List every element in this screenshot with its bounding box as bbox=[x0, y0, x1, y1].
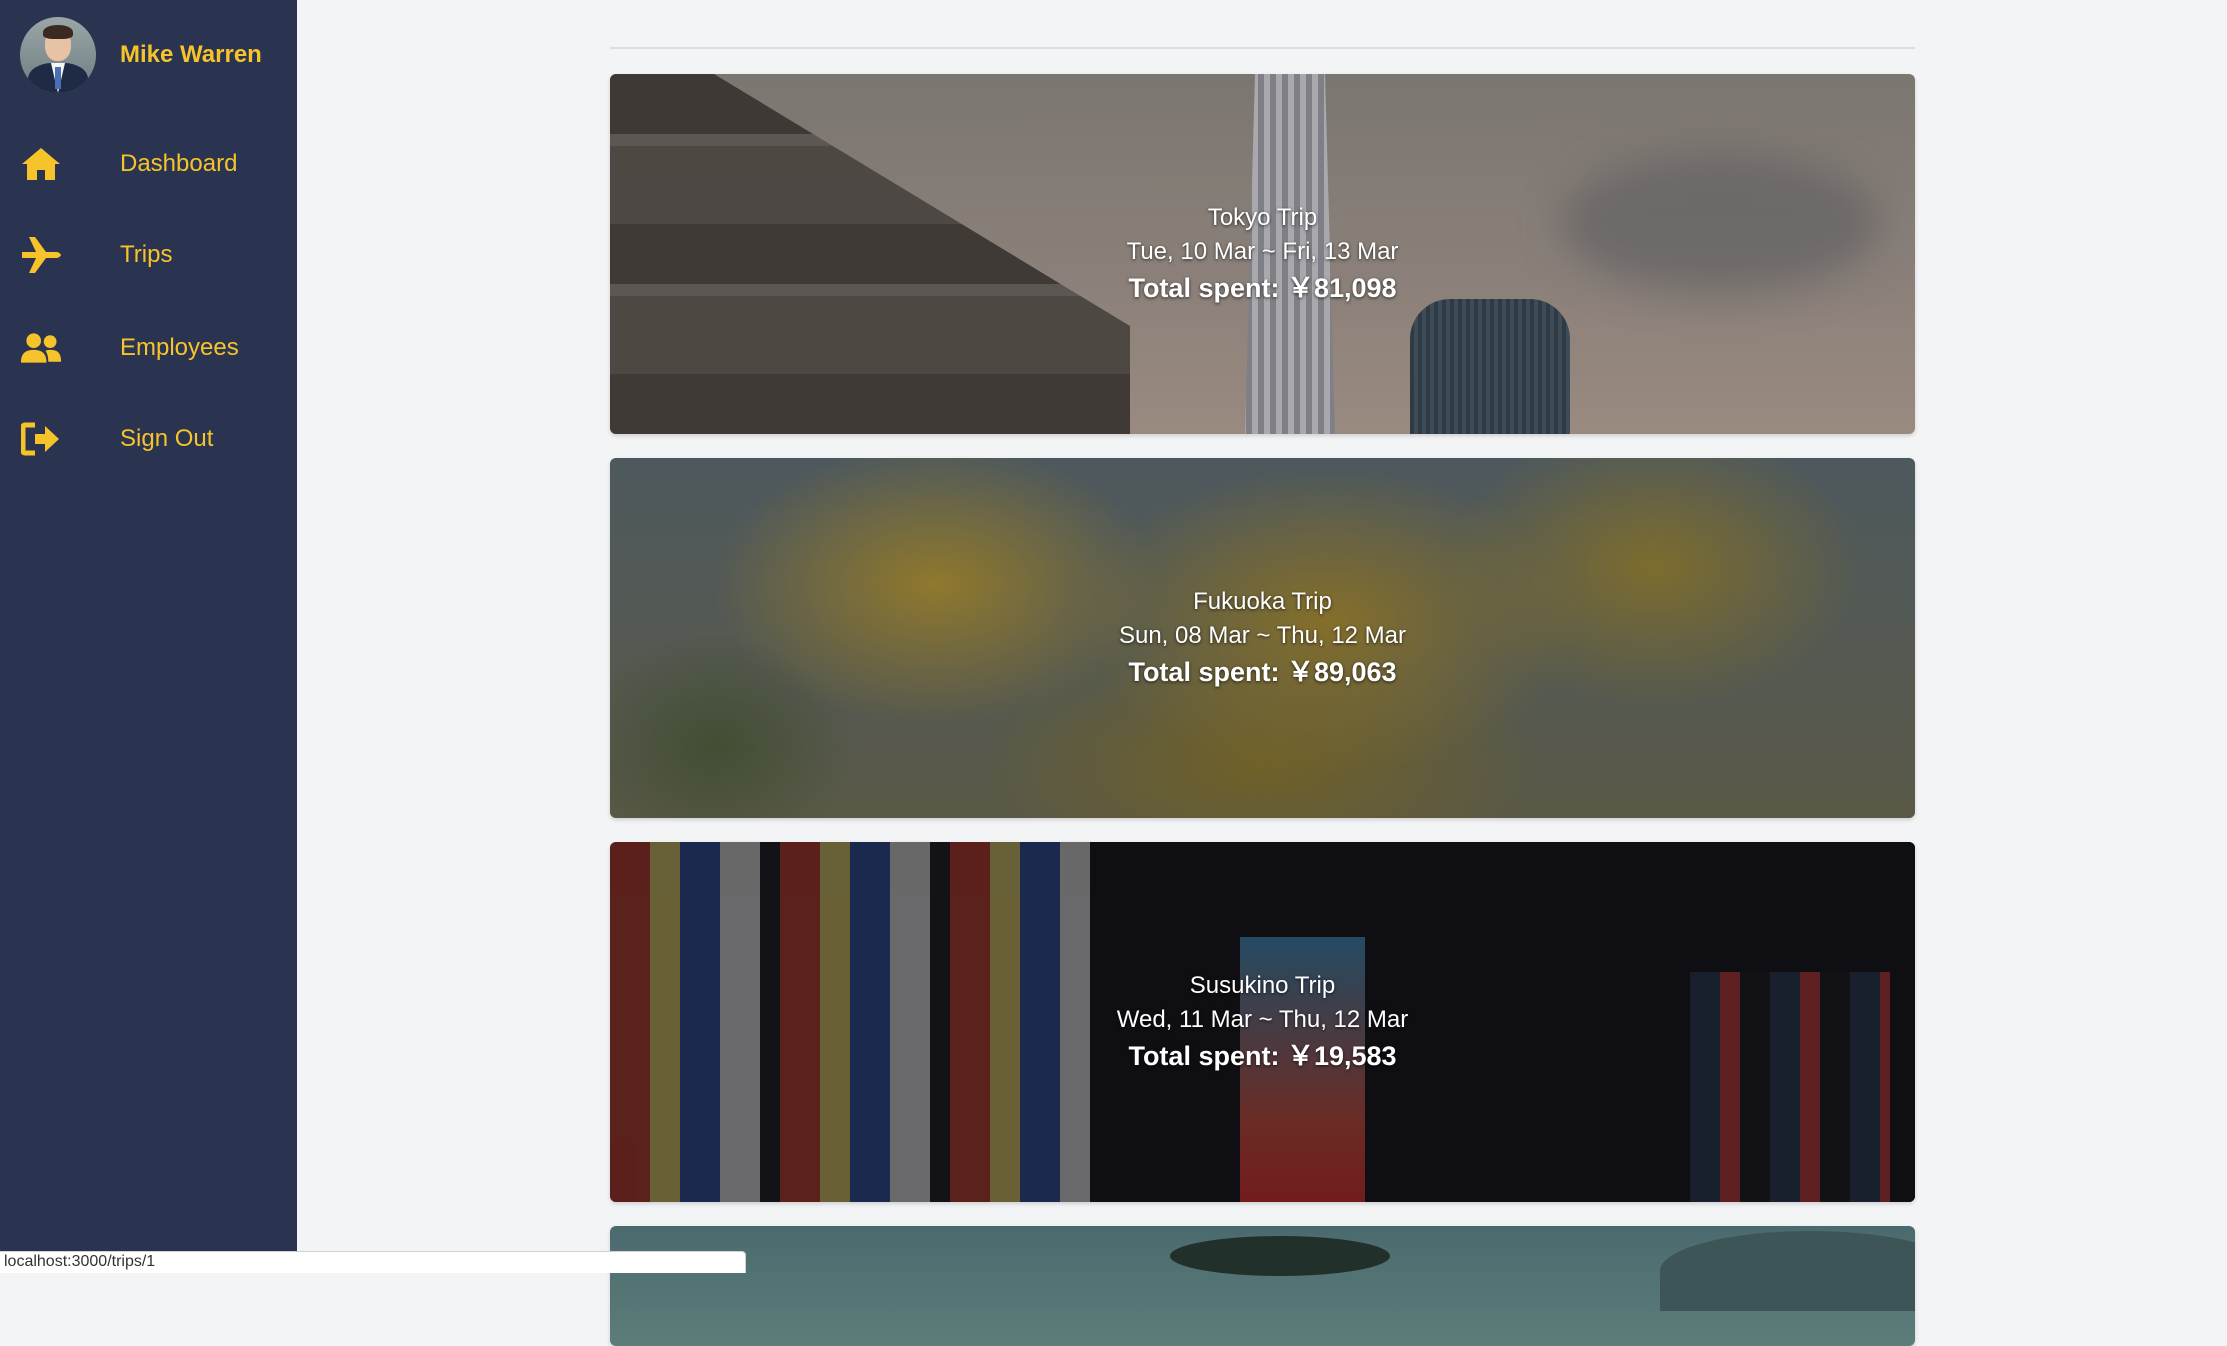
trip-total: Total spent: ￥89,063 bbox=[1128, 657, 1397, 687]
nav-item-trips[interactable]: Trips bbox=[20, 233, 172, 277]
nav-item-dashboard[interactable]: Dashboard bbox=[20, 142, 237, 186]
trip-dates: Wed, 11 Mar ~ Thu, 12 Mar bbox=[1116, 1006, 1409, 1033]
sidebar: Mike Warren Dashboard Trips Employees Si… bbox=[0, 0, 297, 1269]
nav-item-sign-out[interactable]: Sign Out bbox=[20, 417, 213, 461]
airplane-icon bbox=[20, 235, 62, 275]
home-icon bbox=[20, 144, 62, 184]
avatar[interactable] bbox=[20, 17, 96, 93]
trip-total: Total spent: ￥19,583 bbox=[1128, 1041, 1397, 1071]
trip-name: Tokyo Trip bbox=[1207, 204, 1318, 231]
nav-label-dashboard: Dashboard bbox=[120, 150, 238, 177]
trip-card-tokyo[interactable]: Tokyo Trip Tue, 10 Mar ~ Fri, 13 Mar Tot… bbox=[610, 74, 1915, 434]
nav-item-employees[interactable]: Employees bbox=[20, 326, 239, 370]
trip-name: Susukino Trip bbox=[1189, 972, 1336, 999]
sign-out-icon bbox=[20, 419, 62, 459]
trip-name: Fukuoka Trip bbox=[1193, 588, 1332, 615]
nav-label-employees: Employees bbox=[120, 334, 239, 361]
trip-total: Total spent: ￥81,098 bbox=[1128, 273, 1397, 303]
trip-dates: Tue, 10 Mar ~ Fri, 13 Mar bbox=[1126, 238, 1399, 265]
user-profile[interactable]: Mike Warren bbox=[20, 17, 262, 93]
trip-dates: Sun, 08 Mar ~ Thu, 12 Mar bbox=[1118, 622, 1407, 649]
trip-card-susukino[interactable]: Susukino Trip Wed, 11 Mar ~ Thu, 12 Mar … bbox=[610, 842, 1915, 1202]
nav-label-trips: Trips bbox=[120, 241, 173, 268]
trip-card-partial[interactable] bbox=[610, 1226, 1915, 1346]
user-name[interactable]: Mike Warren bbox=[120, 41, 262, 69]
link-status-bar: localhost:3000/trips/1 bbox=[0, 1251, 746, 1273]
users-icon bbox=[20, 328, 62, 368]
trip-card-fukuoka[interactable]: Fukuoka Trip Sun, 08 Mar ~ Thu, 12 Mar T… bbox=[610, 458, 1915, 818]
content-divider bbox=[610, 47, 1915, 49]
nav-label-sign-out: Sign Out bbox=[120, 425, 214, 452]
